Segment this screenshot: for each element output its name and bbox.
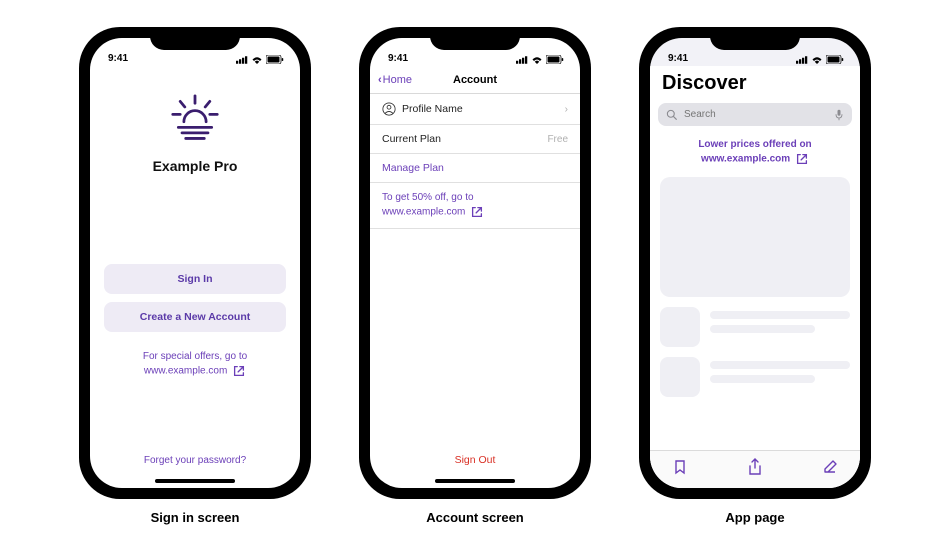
page-title: Discover	[662, 72, 848, 95]
notch	[150, 28, 240, 50]
search-field[interactable]	[682, 108, 829, 121]
device-frame: 9:41 Discover Lower prices offered on	[640, 28, 870, 498]
discover-screen: 9:41 Discover Lower prices offered on	[650, 38, 860, 488]
mic-icon[interactable]	[834, 109, 844, 121]
plan-value: Free	[547, 134, 568, 145]
bookmark-icon[interactable]	[672, 459, 688, 475]
status-time: 9:41	[108, 53, 128, 64]
person-icon	[382, 102, 396, 116]
caption: App page	[725, 510, 784, 525]
sign-in-button[interactable]: Sign In	[104, 264, 286, 294]
compose-icon[interactable]	[822, 459, 838, 475]
forgot-password-link[interactable]: Forget your password?	[90, 455, 300, 488]
nav-title: Account	[453, 74, 497, 86]
thumb-placeholder	[660, 307, 700, 347]
profile-row[interactable]: Profile Name ›	[370, 94, 580, 125]
list-item	[660, 357, 850, 397]
home-indicator	[435, 479, 515, 483]
device-frame: 9:41	[80, 28, 310, 498]
caption: Sign in screen	[151, 510, 240, 525]
chevron-left-icon: ‹	[378, 74, 382, 86]
status-time: 9:41	[388, 53, 408, 64]
notch	[430, 28, 520, 50]
status-time: 9:41	[668, 53, 688, 64]
app-logo-icon	[167, 94, 223, 144]
signal-icon	[796, 56, 808, 64]
back-button[interactable]: ‹ Home	[378, 74, 412, 86]
signal-icon	[236, 56, 248, 64]
signal-icon	[516, 56, 528, 64]
battery-icon	[546, 55, 564, 64]
app-title: Example Pro	[153, 158, 238, 174]
device-frame: 9:41 ‹ Home Account Profile Na	[360, 28, 590, 498]
notch	[710, 28, 800, 50]
create-account-button[interactable]: Create a New Account	[104, 302, 286, 332]
account-screen: 9:41 ‹ Home Account Profile Na	[370, 38, 580, 488]
caption: Account screen	[426, 510, 524, 525]
chevron-right-icon: ›	[565, 104, 568, 115]
signin-screen: 9:41	[90, 38, 300, 488]
external-link-icon	[470, 205, 484, 219]
manage-plan-link[interactable]: Manage Plan	[370, 154, 580, 183]
content-placeholder	[660, 177, 850, 297]
wifi-icon	[251, 55, 263, 64]
bottom-toolbar	[650, 450, 860, 488]
external-link-icon	[795, 152, 809, 166]
list-item	[660, 307, 850, 347]
thumb-placeholder	[660, 357, 700, 397]
current-plan-row: Current Plan Free	[370, 125, 580, 154]
price-promo-link[interactable]: Lower prices offered on www.example.com	[650, 132, 860, 177]
discount-promo-link[interactable]: To get 50% off, go to www.example.com	[370, 183, 580, 229]
battery-icon	[266, 55, 284, 64]
battery-icon	[826, 55, 844, 64]
external-link-icon	[232, 364, 246, 378]
search-icon	[666, 109, 677, 120]
home-indicator	[155, 479, 235, 483]
search-input[interactable]	[658, 103, 852, 126]
wifi-icon	[531, 55, 543, 64]
wifi-icon	[811, 55, 823, 64]
share-icon[interactable]	[747, 458, 763, 476]
special-offer-link[interactable]: For special offers, go to www.example.co…	[125, 350, 265, 379]
nav-bar: ‹ Home Account	[370, 66, 580, 94]
